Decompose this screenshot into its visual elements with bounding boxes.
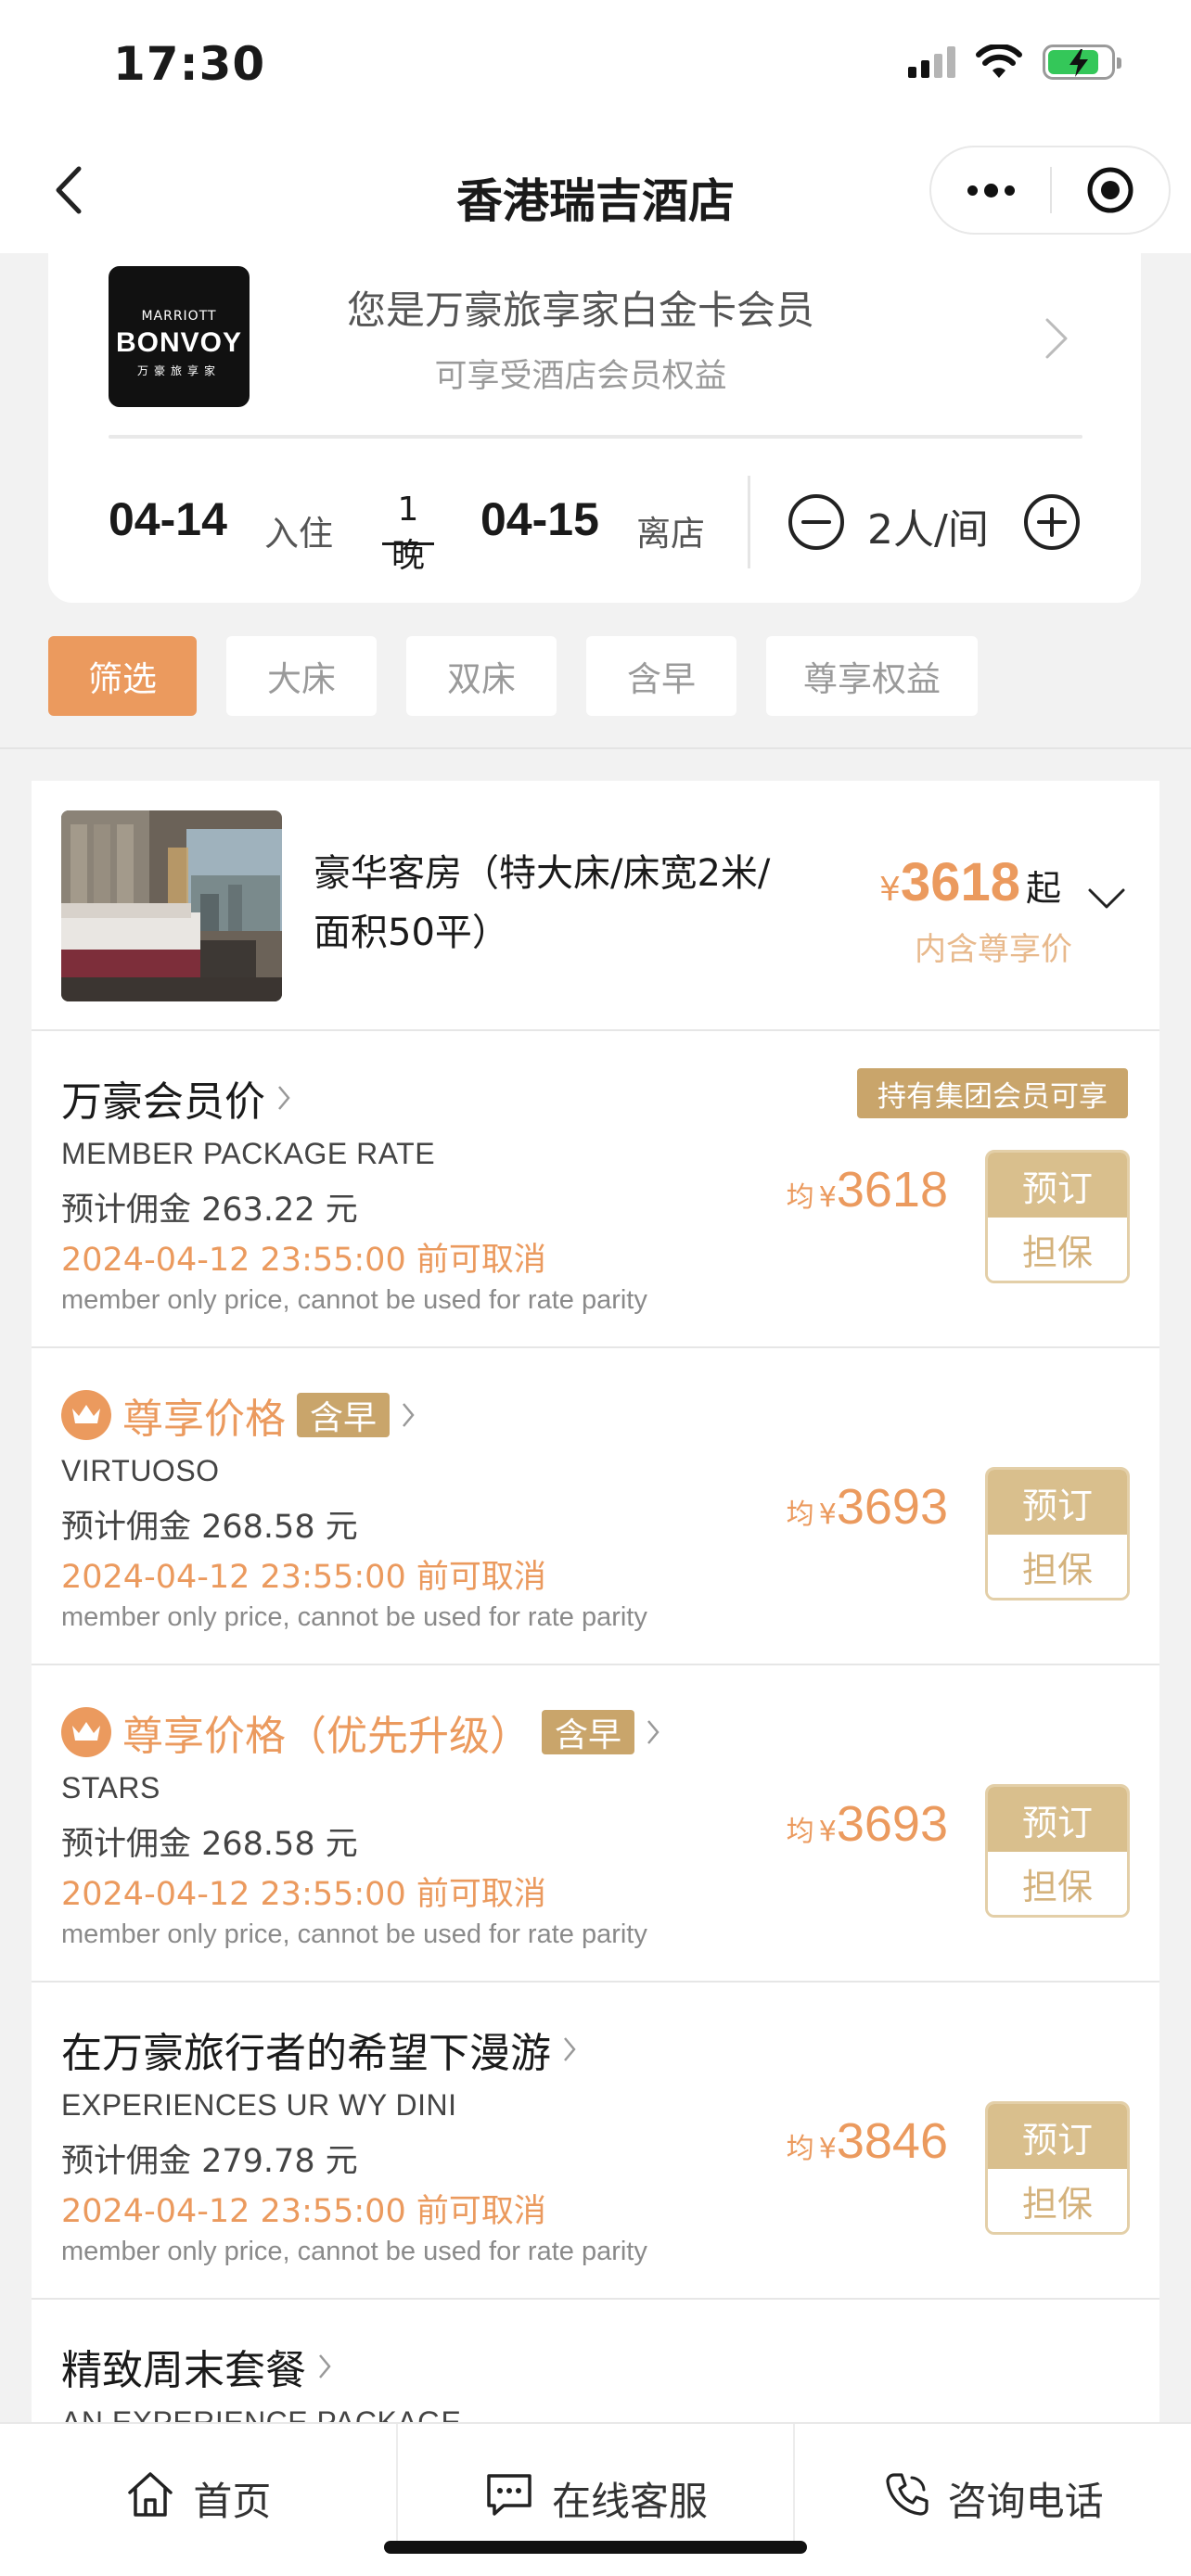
- rate-title[interactable]: 万豪会员价: [61, 1068, 291, 1128]
- rate-title[interactable]: 精致周末套餐: [61, 2337, 332, 2396]
- battery-icon: [1043, 45, 1121, 80]
- rate-commission: 预计佣金 268.58 元: [61, 1509, 358, 1546]
- filter-breakfast[interactable]: 含早: [586, 636, 736, 716]
- breakfast-badge: 含早: [297, 1393, 391, 1437]
- phone-icon: [886, 2473, 928, 2516]
- status-bar: 17:30: [0, 0, 1191, 134]
- increase-guests-button[interactable]: [1022, 492, 1082, 552]
- home-indicator: [384, 2541, 807, 2554]
- book-button[interactable]: 预订 担保: [985, 1784, 1130, 1918]
- tab-phone[interactable]: 咨询电话: [795, 2424, 1191, 2576]
- rate-code: VIRTUOSO: [61, 1454, 220, 1487]
- tab-label: 首页: [193, 2479, 272, 2524]
- chevron-right-icon: [278, 1086, 290, 1110]
- rate-title[interactable]: 在万豪旅行者的希望下漫游: [61, 2020, 577, 2079]
- rate-note: member only price, cannot be used for ra…: [61, 1919, 647, 1949]
- status-icons: [908, 45, 1121, 80]
- rate-price: 均 ¥3693: [786, 1479, 948, 1535]
- cellular-signal-icon: [908, 46, 955, 78]
- rate-row[interactable]: 万豪会员价 持有集团会员可享 MEMBER PACKAGE RATE 预计佣金 …: [32, 1031, 1159, 1348]
- rate-title[interactable]: 尊享价格 含早: [61, 1385, 416, 1445]
- tab-label: 在线客服: [552, 2479, 709, 2524]
- checkout-label: 离店: [636, 514, 705, 554]
- tab-label: 咨询电话: [947, 2479, 1104, 2524]
- divider: [0, 747, 1191, 749]
- tab-home[interactable]: 首页: [0, 2424, 396, 2576]
- target-icon: [1087, 167, 1133, 213]
- more-button[interactable]: [931, 147, 1050, 233]
- wifi-icon: [976, 45, 1022, 78]
- rate-note: member only price, cannot be used for ra…: [61, 2237, 647, 2266]
- rate-price: 均 ¥3693: [786, 1796, 948, 1852]
- filter-bar: 筛选 大床 双床 含早 尊享权益: [48, 636, 978, 716]
- guests-per-room: 2人/间: [867, 506, 989, 554]
- checkin-date[interactable]: 04-14: [109, 492, 227, 546]
- room-photo: [61, 810, 282, 1001]
- rate-commission: 预计佣金 279.78 元: [61, 2143, 358, 2180]
- mini-program-capsule: [929, 146, 1171, 235]
- divider: [748, 476, 750, 568]
- decrease-guests-button[interactable]: [787, 492, 846, 552]
- rate-cancellation: 2024-04-12 23:55:00 前可取消: [61, 1242, 546, 1279]
- rate-row[interactable]: 尊享价格（优先升级） 含早 STARS 预计佣金 268.58 元 2024-0…: [32, 1665, 1159, 1983]
- rate-cancellation: 2024-04-12 23:55:00 前可取消: [61, 1876, 546, 1913]
- divider: [109, 435, 1082, 439]
- crown-icon: [61, 1707, 111, 1757]
- chevron-right-icon: [647, 1720, 660, 1744]
- filter-king-bed[interactable]: 大床: [226, 636, 377, 716]
- booking-header-card: MARRIOTT BONVOY 万豪旅享家 您是万豪旅享家白金卡会员 可享受酒店…: [48, 253, 1141, 603]
- membership-title[interactable]: 您是万豪旅享家白金卡会员: [265, 279, 896, 336]
- filter-twin-bed[interactable]: 双床: [406, 636, 557, 716]
- rate-cancellation: 2024-04-12 23:55:00 前可取消: [61, 1559, 546, 1596]
- rate-row[interactable]: 精致周末套餐 AN EXPERIENCE PACKAGE: [32, 2300, 1159, 2422]
- home-icon: [128, 2472, 173, 2517]
- filter-button[interactable]: 筛选: [48, 636, 197, 716]
- rate-note: member only price, cannot be used for ra…: [61, 1285, 647, 1315]
- rate-price: 均 ¥3846: [786, 2113, 948, 2169]
- chevron-right-icon: [403, 1403, 415, 1427]
- checkout-date[interactable]: 04-15: [480, 492, 599, 546]
- chevron-down-icon[interactable]: [1087, 886, 1126, 911]
- chevron-right-icon[interactable]: [1044, 316, 1069, 361]
- book-button[interactable]: 预订 担保: [985, 2101, 1130, 2235]
- crown-icon: [61, 1390, 111, 1440]
- rate-code: AN EXPERIENCE PACKAGE: [61, 2405, 462, 2422]
- rate-row[interactable]: 尊享价格 含早 VIRTUOSO 预计佣金 268.58 元 2024-04-1…: [32, 1348, 1159, 1665]
- rate-code: EXPERIENCES UR WY DINI: [61, 2088, 457, 2122]
- close-miniprogram-button[interactable]: [1052, 165, 1169, 215]
- room-price-note: 内含尊享价: [915, 931, 1072, 968]
- chat-icon: [487, 2474, 531, 2516]
- rate-price: 均 ¥3618: [786, 1162, 948, 1218]
- nights-underline: [382, 542, 434, 545]
- room-price: ¥3618 起: [879, 852, 1061, 912]
- marriott-bonvoy-logo: MARRIOTT BONVOY 万豪旅享家: [109, 266, 250, 407]
- status-time: 17:30: [113, 37, 266, 91]
- rate-cancellation: 2024-04-12 23:55:00 前可取消: [61, 2193, 546, 2230]
- book-button[interactable]: 预订 担保: [985, 1467, 1130, 1600]
- rate-code: STARS: [61, 1771, 160, 1804]
- chevron-right-icon: [319, 2354, 331, 2378]
- membership-subtitle: 可享受酒店会员权益: [434, 358, 727, 395]
- breakfast-badge: 含早: [542, 1710, 635, 1754]
- room-name: 豪华客房（特大床/床宽2米/面积50平）: [314, 852, 771, 954]
- room-list: 豪华客房（特大床/床宽2米/面积50平） ¥3618 起 内含尊享价 万豪会员价 …: [32, 781, 1159, 2422]
- rate-title[interactable]: 尊享价格（优先升级） 含早: [61, 1702, 660, 1762]
- book-button[interactable]: 预订 担保: [985, 1150, 1130, 1283]
- rate-row[interactable]: 在万豪旅行者的希望下漫游 EXPERIENCES UR WY DINI 预计佣金…: [32, 1983, 1159, 2300]
- rate-commission: 预计佣金 263.22 元: [61, 1192, 358, 1229]
- member-only-badge: 持有集团会员可享: [857, 1068, 1128, 1118]
- room-header[interactable]: 豪华客房（特大床/床宽2米/面积50平） ¥3618 起 内含尊享价: [32, 781, 1159, 1031]
- checkin-label: 入住: [264, 514, 333, 554]
- nights-count: 1晚: [391, 491, 425, 575]
- nav-bar: 香港瑞吉酒店: [0, 134, 1191, 253]
- filter-privileges[interactable]: 尊享权益: [766, 636, 978, 716]
- rate-note: member only price, cannot be used for ra…: [61, 1602, 647, 1632]
- chevron-right-icon: [564, 2037, 576, 2061]
- rate-commission: 预计佣金 268.58 元: [61, 1826, 358, 1863]
- rate-code: MEMBER PACKAGE RATE: [61, 1137, 436, 1170]
